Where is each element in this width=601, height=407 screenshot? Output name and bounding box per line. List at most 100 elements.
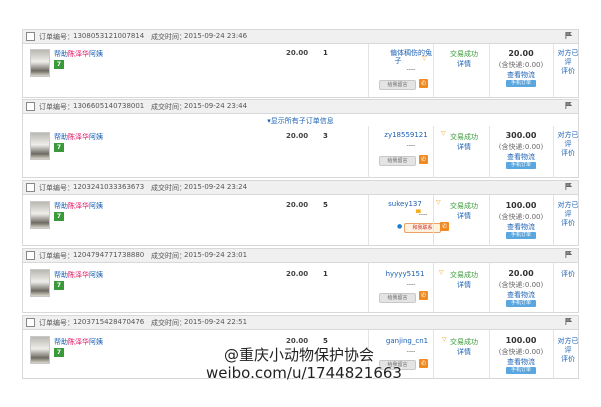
rating-status[interactable]: 评价	[555, 270, 581, 279]
rating-line-1: 对方已评	[557, 49, 579, 66]
order-card: 订单编号： 1204794771738880 成交时间： 2015-09-24 …	[22, 248, 579, 313]
quantity: 5	[323, 201, 328, 209]
product-thumbnail[interactable]	[30, 49, 50, 77]
product-thumbnail[interactable]	[30, 269, 50, 297]
shipping-fee: (含快递:0.00)	[498, 61, 544, 69]
seven-day-return-icon: 7	[54, 143, 64, 152]
order-number: 1203241033363673	[73, 183, 145, 191]
product-link[interactable]: 帮助陈泽华阿姨	[54, 270, 103, 280]
deal-time-label: 成交时间：	[151, 184, 186, 192]
column-divider	[553, 44, 554, 97]
wangwang-icon[interactable]: ▽	[422, 56, 428, 62]
column-divider	[553, 126, 554, 178]
product-name-prefix: 帮助	[54, 50, 68, 58]
buyer-placeholder: ----	[406, 66, 416, 73]
leave-message-button[interactable]: 给我留言	[379, 293, 416, 303]
deal-time: 2015-09-24 23:46	[184, 32, 248, 40]
phone-icon[interactable]: ✆	[419, 79, 428, 88]
order-detail-link[interactable]: 详情	[441, 347, 487, 357]
product-link[interactable]: 帮助陈泽华阿姨	[54, 49, 103, 59]
rating-status[interactable]: 对方已评 评价	[555, 337, 581, 364]
order-total: 100.00	[505, 336, 537, 345]
order-card: 订单编号： 1306605140738001 成交时间： 2015-09-24 …	[22, 99, 579, 178]
product-thumbnail[interactable]	[30, 132, 50, 160]
deal-time-label: 成交时间：	[151, 252, 186, 260]
leave-message-button[interactable]: 给我留言	[379, 156, 416, 166]
order-total: 300.00	[505, 131, 537, 140]
product-name-highlight: 陈泽华	[68, 202, 89, 210]
order-detail-link[interactable]: 详情	[441, 142, 487, 152]
column-divider	[489, 263, 490, 312]
mobile-order-badge: 手机订单	[506, 162, 536, 169]
flag-icon[interactable]	[565, 102, 572, 109]
buyer-name[interactable]: ganjing_cn1	[367, 337, 447, 345]
view-logistics-link[interactable]: 查看物流	[491, 152, 551, 162]
deal-time: 2015-09-24 22:51	[184, 318, 248, 326]
buyer-name-line2[interactable]: 子	[368, 56, 428, 66]
rating-status[interactable]: 对方已评 评价	[555, 131, 581, 158]
order-detail-link[interactable]: 详情	[441, 280, 487, 290]
order-checkbox[interactable]	[26, 102, 35, 111]
order-checkbox[interactable]	[26, 183, 35, 192]
order-body: 帮助陈泽华阿姨 7 20.00 1 hyyyy5151 ▽ ---- 给我留言 …	[23, 263, 578, 312]
rating-status[interactable]: 对方已评 评价	[555, 201, 581, 228]
contact-me-button[interactable]: 和我联系	[404, 223, 441, 233]
rating-line-2: 评价	[561, 149, 575, 157]
order-number: 1203715428470476	[73, 318, 145, 326]
order-checkbox[interactable]	[26, 32, 35, 41]
buyer-name[interactable]: zy18559121	[366, 131, 446, 139]
flag-icon[interactable]	[565, 251, 572, 258]
seven-day-return-icon: 7	[54, 348, 64, 357]
quantity: 3	[323, 132, 328, 140]
product-name-suffix: 阿姨	[89, 202, 103, 210]
phone-icon[interactable]: ✆	[419, 155, 428, 164]
flag-icon[interactable]	[565, 318, 572, 325]
product-name-highlight: 陈泽华	[68, 133, 89, 141]
order-total: 100.00	[505, 201, 537, 210]
rating-line-1: 对方已评	[557, 201, 579, 218]
trade-status: 交易成功	[450, 338, 478, 346]
unit-price: 20.00	[286, 49, 309, 57]
product-name-highlight: 陈泽华	[68, 338, 89, 346]
mobile-order-badge: 手机订单	[506, 300, 536, 307]
view-logistics-link[interactable]: 查看物流	[491, 357, 551, 367]
order-header: 订单编号： 1306605140738001 成交时间： 2015-09-24 …	[23, 100, 578, 114]
deal-time: 2015-09-24 23:01	[184, 251, 248, 259]
order-detail-link[interactable]: 详情	[441, 211, 487, 221]
buyer-placeholder: ----	[406, 142, 416, 149]
product-link[interactable]: 帮助陈泽华阿姨	[54, 132, 103, 142]
view-logistics-link[interactable]: 查看物流	[491, 290, 551, 300]
order-detail-link[interactable]: 详情	[441, 59, 487, 69]
view-logistics-link[interactable]: 查看物流	[491, 70, 551, 80]
column-divider	[433, 195, 434, 245]
phone-icon[interactable]: ✆	[440, 222, 449, 231]
info-circle-icon: ●	[397, 223, 403, 230]
rating-status[interactable]: 对方已评 评价	[555, 49, 581, 76]
flag-icon[interactable]	[565, 183, 572, 190]
product-link[interactable]: 帮助陈泽华阿姨	[54, 201, 103, 211]
product-thumbnail[interactable]	[30, 201, 50, 229]
shipping-fee: (含快递:0.00)	[498, 213, 544, 221]
shipping-fee: (含快递:0.00)	[498, 281, 544, 289]
shipping-fee: (含快递:0.00)	[498, 348, 544, 356]
product-thumbnail[interactable]	[30, 336, 50, 364]
flag-icon[interactable]	[565, 32, 572, 39]
order-header: 订单编号： 1203715428470476 成交时间： 2015-09-24 …	[23, 316, 578, 330]
phone-icon[interactable]: ✆	[419, 359, 428, 368]
view-logistics-link[interactable]: 查看物流	[491, 222, 551, 232]
leave-message-button[interactable]: 给我留言	[379, 80, 416, 90]
column-divider	[433, 44, 434, 97]
expand-sub-orders-link[interactable]: ▾显示所有子订单信息	[23, 116, 578, 126]
deal-time: 2015-09-24 23:44	[184, 102, 248, 110]
product-link[interactable]: 帮助陈泽华阿姨	[54, 337, 103, 347]
phone-icon[interactable]: ✆	[419, 291, 428, 300]
order-checkbox[interactable]	[26, 318, 35, 327]
seven-day-return-icon: 7	[54, 60, 64, 69]
rating-line-1: 对方已评	[557, 131, 579, 148]
trade-status: 交易成功	[450, 202, 478, 210]
order-number-label: 订单编号：	[39, 103, 74, 111]
order-checkbox[interactable]	[26, 251, 35, 260]
order-number-label: 订单编号：	[39, 33, 74, 41]
trade-status: 交易成功	[450, 50, 478, 58]
product-name-prefix: 帮助	[54, 202, 68, 210]
